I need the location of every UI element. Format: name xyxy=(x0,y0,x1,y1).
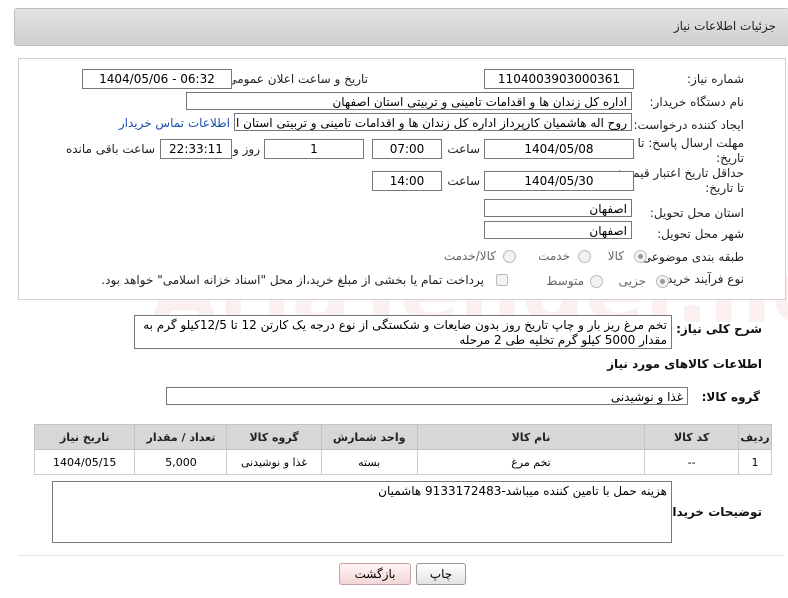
days-field[interactable]: 1 xyxy=(264,139,364,159)
back-button[interactable]: بازگشت xyxy=(339,563,411,585)
buyer-contact-link[interactable]: اطلاعات تماس خریدار xyxy=(119,116,230,130)
description-label: شرح کلی نیاز: xyxy=(676,322,762,336)
city-label: شهر محل تحویل: xyxy=(657,227,744,241)
remaining-label: ساعت باقی مانده xyxy=(65,142,155,156)
creator-field[interactable]: روح اله هاشمیان کارپرداز اداره کل زندان … xyxy=(234,113,632,131)
print-button[interactable]: چاپ xyxy=(416,563,466,585)
description-textarea[interactable]: تخم مرغ ریز بار و چاپ تاریخ روز بدون ضای… xyxy=(134,315,672,349)
province-field[interactable]: اصفهان xyxy=(484,199,632,217)
col-row: ردیف xyxy=(738,424,772,450)
goods-group-label: گروه کالا: xyxy=(701,390,760,404)
price-time-field[interactable]: 14:00 xyxy=(372,171,442,191)
page-title: جزئیات اطلاعات نیاز xyxy=(673,19,776,33)
process-medium-radio[interactable] xyxy=(590,275,603,288)
buyer-org-label: نام دستگاه خریدار: xyxy=(649,95,745,109)
announce-label: تاریخ و ساعت اعلان عمومی: xyxy=(223,72,368,86)
deadline-time-field[interactable]: 07:00 xyxy=(372,139,442,159)
deadline-label: مهلت ارسال پاسخ: تا تاریخ: xyxy=(637,136,744,165)
need-number-field[interactable]: 1104003903000361 xyxy=(484,69,634,89)
price-date-field[interactable]: 1404/05/30 xyxy=(484,171,634,191)
col-quantity: تعداد / مقدار xyxy=(134,424,228,450)
category-goods-service-radio[interactable] xyxy=(503,250,516,263)
cell-code: -- xyxy=(644,449,740,475)
process-medium-label: متوسط xyxy=(546,274,584,288)
cell-quantity: 5,000 xyxy=(134,449,228,475)
cell-unit: بسته xyxy=(320,449,418,475)
deadline-date-field[interactable]: 1404/05/08 xyxy=(484,139,634,159)
remaining-time-field[interactable]: 22:33:11 xyxy=(160,139,232,159)
category-goods-radio[interactable] xyxy=(634,250,647,263)
table-header-row: ردیف کد کالا نام کالا واحد شمارش گروه کا… xyxy=(33,424,772,450)
price-time-label: ساعت xyxy=(447,174,480,188)
table-row[interactable]: 1 -- تخم مرغ بسته غذا و نوشیدنی 5,000 14… xyxy=(33,449,772,475)
col-date: تاریخ نیاز xyxy=(33,424,136,450)
buyer-notes-label: توضیحات خریدار: xyxy=(660,505,762,519)
treasury-note: پرداخت تمام یا بخشی از مبلغ خرید،از محل … xyxy=(101,273,484,287)
category-service-radio[interactable] xyxy=(578,250,591,263)
col-code: کد کالا xyxy=(644,424,740,450)
process-minor-radio[interactable] xyxy=(656,275,669,288)
category-goods-label: کالا xyxy=(607,249,624,263)
col-group: گروه کالا xyxy=(226,424,322,450)
days-label: روز و xyxy=(233,142,260,156)
cell-date: 1404/05/15 xyxy=(33,449,136,475)
footer-divider xyxy=(18,555,784,556)
category-label: طبقه بندی موضوعی: xyxy=(637,250,744,264)
category-service-label: خدمت xyxy=(538,249,570,263)
buyer-org-field[interactable]: اداره کل زندان ها و اقدامات تامینی و ترب… xyxy=(186,92,632,110)
city-field[interactable]: اصفهان xyxy=(484,221,632,239)
col-name: نام کالا xyxy=(416,424,646,450)
goods-table: ردیف کد کالا نام کالا واحد شمارش گروه کا… xyxy=(33,424,772,475)
treasury-checkbox[interactable] xyxy=(496,274,508,286)
process-minor-label: جزیی xyxy=(618,274,646,288)
goods-group-field[interactable]: غذا و نوشیدنی xyxy=(166,387,688,405)
process-label: نوع فرآیند خرید : xyxy=(659,272,744,286)
cell-row: 1 xyxy=(738,449,772,475)
province-label: استان محل تحویل: xyxy=(649,206,744,220)
cell-group: غذا و نوشیدنی xyxy=(226,449,322,475)
col-unit: واحد شمارش xyxy=(320,424,418,450)
category-goods-service-label: کالا/خدمت xyxy=(443,249,496,263)
announce-field[interactable]: 1404/05/06 - 06:32 xyxy=(82,69,232,89)
page-header: جزئیات اطلاعات نیاز xyxy=(14,8,788,46)
need-number-label: شماره نیاز: xyxy=(687,72,744,86)
deadline-time-label: ساعت xyxy=(447,142,480,156)
creator-label: ایجاد کننده درخواست: xyxy=(633,118,744,132)
cell-name: تخم مرغ xyxy=(416,449,646,475)
buyer-notes-textarea[interactable]: هزینه حمل با تامین کننده میباشد-91331724… xyxy=(52,481,672,543)
goods-section-title: اطلاعات کالاهای مورد نیاز xyxy=(607,357,762,371)
